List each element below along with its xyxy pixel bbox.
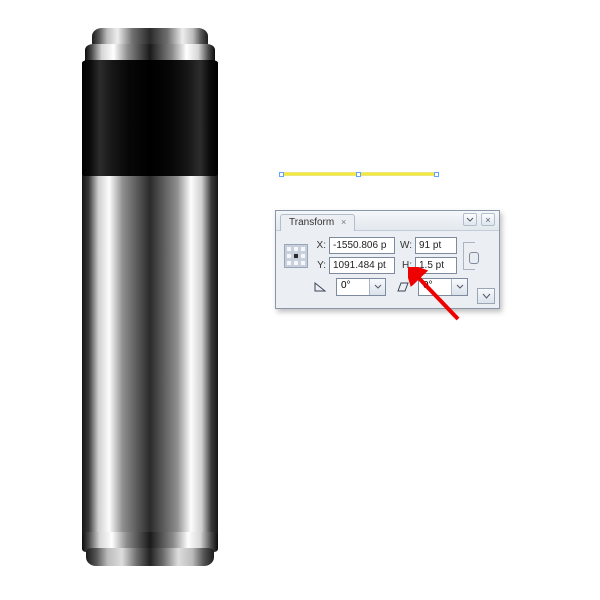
close-panel-button[interactable]: × bbox=[481, 213, 495, 226]
selected-line-segment[interactable] bbox=[282, 172, 436, 176]
battery-illustration bbox=[82, 28, 218, 568]
reference-point-center[interactable] bbox=[293, 253, 299, 259]
selection-handle-middle[interactable] bbox=[356, 172, 361, 177]
selection-handle-right[interactable] bbox=[434, 172, 439, 177]
transform-tab[interactable]: Transform × bbox=[280, 214, 355, 231]
tab-label: Transform bbox=[289, 217, 334, 228]
x-label: X: bbox=[312, 240, 326, 251]
battery-body bbox=[82, 176, 218, 536]
shear-angle-value[interactable]: 0° bbox=[419, 279, 451, 295]
battery-bottom-cap bbox=[86, 548, 214, 566]
h-input[interactable] bbox=[415, 257, 457, 274]
shear-angle-dropdown-button[interactable] bbox=[451, 279, 467, 295]
w-label: W: bbox=[398, 240, 412, 251]
rotate-angle-value[interactable]: 0° bbox=[337, 279, 369, 295]
angle-icon bbox=[312, 280, 328, 294]
panel-tabbar: Transform × × bbox=[276, 211, 499, 231]
selection-handle-left[interactable] bbox=[279, 172, 284, 177]
rotate-angle-dropdown[interactable]: 0° bbox=[336, 278, 386, 296]
x-input[interactable] bbox=[329, 237, 395, 254]
w-input[interactable] bbox=[415, 237, 457, 254]
y-input[interactable] bbox=[329, 257, 395, 274]
constrain-proportions-icon[interactable] bbox=[463, 242, 475, 270]
shear-angle-dropdown[interactable]: 0° bbox=[418, 278, 468, 296]
panel-body: X: W: Y: H: 0° bbox=[276, 231, 499, 308]
collapse-panel-button[interactable] bbox=[463, 213, 477, 226]
panel-menu-button[interactable] bbox=[477, 288, 495, 304]
battery-black-band bbox=[82, 60, 218, 178]
y-label: Y: bbox=[312, 260, 326, 271]
close-tab-icon[interactable]: × bbox=[341, 217, 346, 227]
transform-panel: Transform × × X: W: bbox=[275, 210, 500, 309]
h-label: H: bbox=[398, 260, 412, 271]
shear-icon bbox=[394, 280, 410, 294]
reference-point-selector[interactable] bbox=[284, 244, 308, 268]
rotate-angle-dropdown-button[interactable] bbox=[369, 279, 385, 295]
